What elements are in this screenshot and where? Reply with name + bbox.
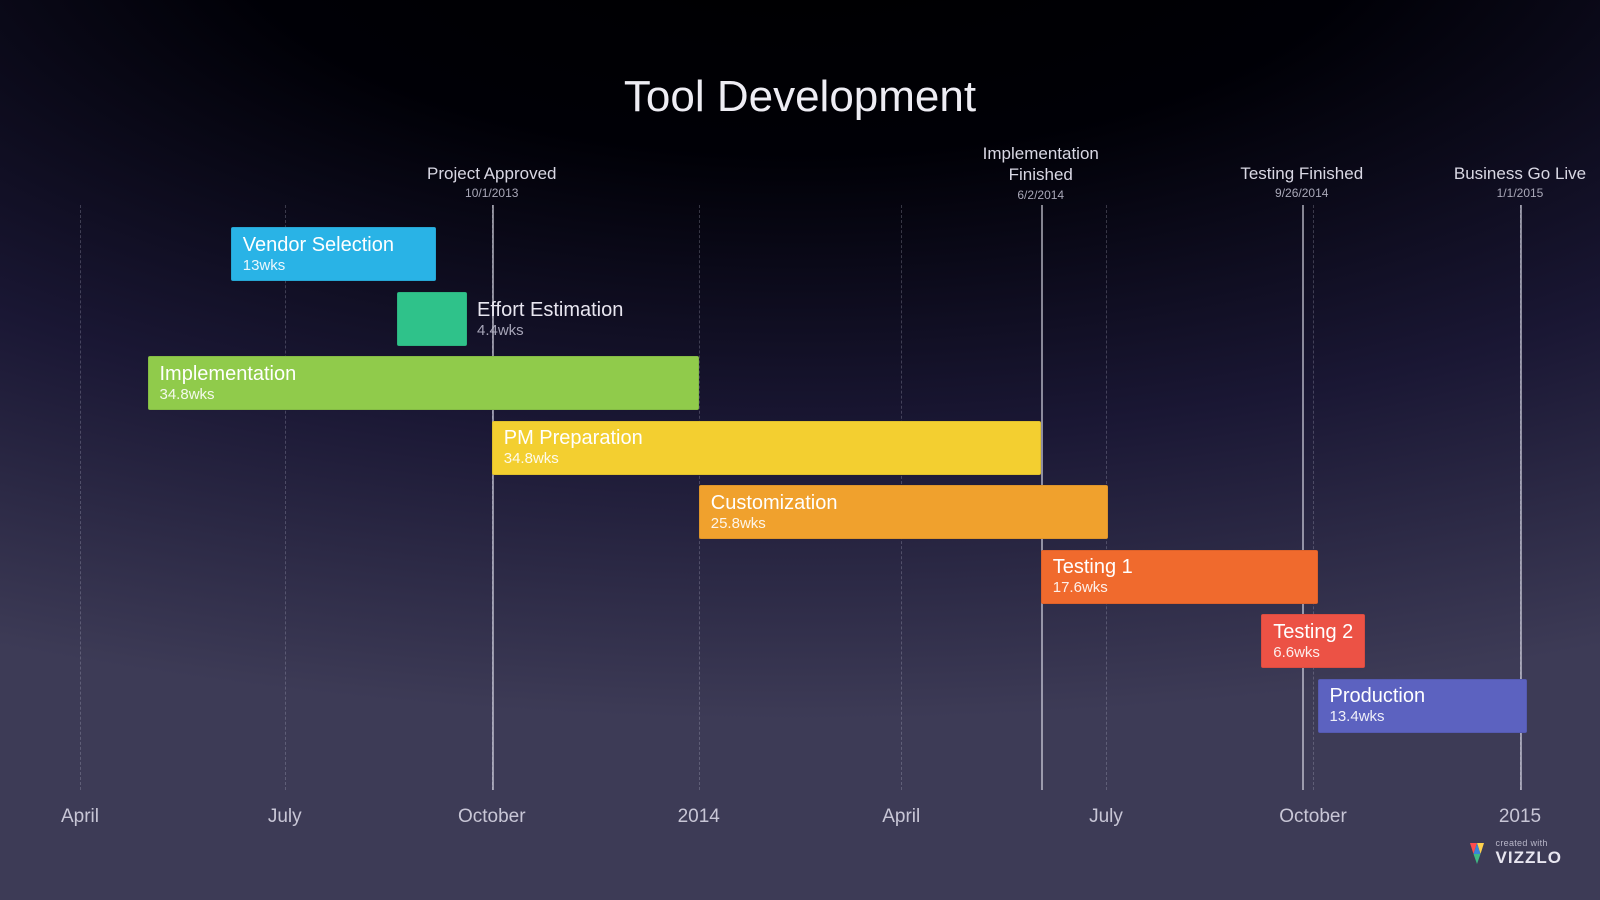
x-tick-label: July <box>1089 806 1123 828</box>
task-bar: Implementation 34.8wks <box>148 356 699 410</box>
x-tick-label: April <box>61 806 99 828</box>
task-bar: Vendor Selection 13wks <box>231 227 436 281</box>
task-bar: Production 13.4wks <box>1318 679 1527 733</box>
x-tick-label: October <box>458 806 526 828</box>
x-tick-label: July <box>268 806 302 828</box>
task-name: Effort Estimation <box>477 298 623 320</box>
gridline <box>1313 205 1314 790</box>
task-duration: 6.6wks <box>1273 645 1365 662</box>
gridline <box>285 205 286 790</box>
task-name: Customization <box>711 492 1109 514</box>
x-tick-label: April <box>882 806 920 828</box>
task-bar: Testing 2 6.6wks <box>1261 614 1365 668</box>
x-tick-label: 2014 <box>678 806 720 828</box>
task-bar: Effort Estimation4.4wks <box>397 292 467 346</box>
task-name: Implementation <box>160 363 699 385</box>
milestone-label: Business Go Live1/1/2015 <box>1454 163 1586 201</box>
task-bar: Testing 1 17.6wks <box>1041 550 1318 604</box>
task-name: Vendor Selection <box>243 234 436 256</box>
gridline <box>80 205 81 790</box>
x-tick-label: October <box>1279 806 1347 828</box>
task-bar: Customization 25.8wks <box>699 485 1109 539</box>
task-duration: 34.8wks <box>160 387 699 404</box>
milestone-line <box>492 205 494 790</box>
task-duration: 13.4wks <box>1330 709 1527 726</box>
vizzlo-icon <box>1464 840 1490 866</box>
milestone-line <box>1302 205 1304 790</box>
task-name: Production <box>1330 685 1527 707</box>
x-tick-label: 2015 <box>1499 806 1541 828</box>
task-bar: PM Preparation 34.8wks <box>492 421 1041 475</box>
task-name: PM Preparation <box>504 427 1041 449</box>
task-name: Testing 1 <box>1053 556 1318 578</box>
milestone-label: Testing Finished9/26/2014 <box>1240 163 1363 201</box>
task-duration: 25.8wks <box>711 516 1109 533</box>
milestone-label: Implementation Finished6/2/2014 <box>983 143 1099 203</box>
brand-name: VIZZLO <box>1496 848 1562 868</box>
vizzlo-logo: created with VIZZLO <box>1464 838 1562 868</box>
task-duration: 17.6wks <box>1053 580 1318 597</box>
created-with-label: created with <box>1496 838 1562 848</box>
chart-title: Tool Development <box>0 72 1600 122</box>
task-duration: 13wks <box>243 258 436 275</box>
task-duration: 34.8wks <box>504 451 1041 468</box>
task-name: Testing 2 <box>1273 621 1365 643</box>
gantt-chart: AprilJulyOctober2014AprilJulyOctober2015… <box>80 205 1520 790</box>
milestone-label: Project Approved10/1/2013 <box>427 163 556 201</box>
task-duration: 4.4wks <box>477 322 623 339</box>
